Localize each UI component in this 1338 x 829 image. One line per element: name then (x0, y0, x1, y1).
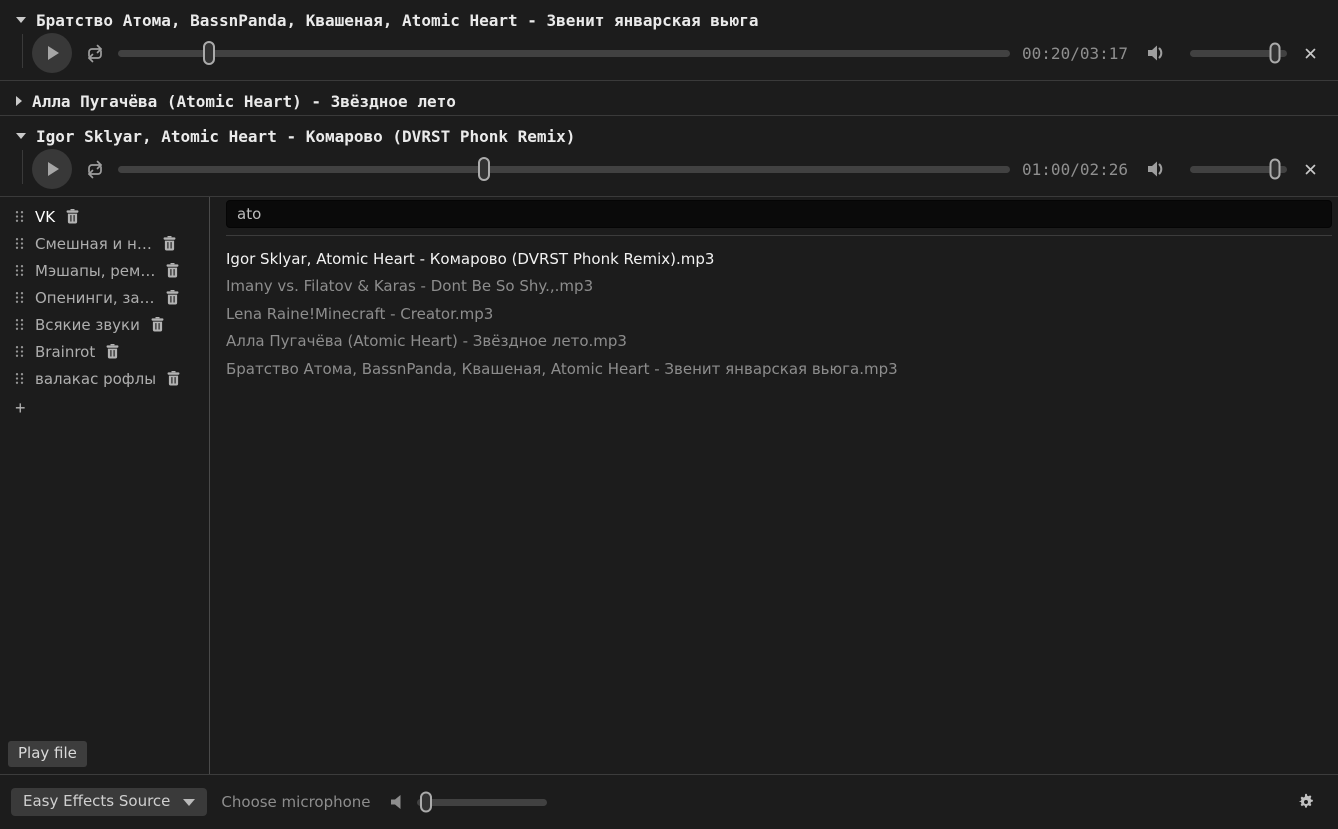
sidebar-tab-mashups[interactable]: Мэшапы, рем… (0, 257, 209, 284)
sidebar-tab-smeshnaya[interactable]: Смешная и н… (0, 230, 209, 257)
playlist-sidebar: VK (0, 197, 210, 774)
bottom-bar: Easy Effects Source Choose microphone (0, 774, 1338, 829)
trash-icon[interactable] (151, 317, 164, 332)
file-list: Igor Sklyar, Atomic Heart - Комарово (DV… (226, 236, 1332, 383)
sidebar-tab-vk[interactable]: VK (0, 203, 209, 230)
drag-handle-icon[interactable] (15, 237, 24, 250)
drag-handle-icon[interactable] (15, 372, 24, 385)
trash-icon[interactable] (163, 236, 176, 251)
repeat-icon[interactable] (85, 160, 105, 179)
track-3-controls: 01:00/02:26 (0, 150, 1338, 196)
search-input[interactable] (226, 200, 1332, 228)
file-name: Igor Sklyar, Atomic Heart - Комарово (DV… (226, 250, 714, 268)
tab-label: валакас рофлы (35, 370, 156, 388)
muted-speaker-icon[interactable] (389, 794, 403, 810)
seek-slider[interactable] (118, 50, 1010, 57)
add-tab-button[interactable]: + (0, 392, 40, 417)
volume-slider-handle[interactable] (1270, 43, 1281, 64)
play-file-button[interactable]: Play file (8, 741, 87, 767)
track-row-1: Братство Атома, BassnPanda, Квашеная, At… (0, 0, 1338, 81)
track-1-header[interactable]: Братство Атома, BassnPanda, Квашеная, At… (0, 6, 1338, 34)
volume-slider[interactable] (1190, 50, 1287, 57)
drag-handle-icon[interactable] (15, 264, 24, 277)
drag-handle-icon[interactable] (15, 210, 24, 223)
file-name: Алла Пугачёва (Atomic Heart) - Звёздное … (226, 332, 627, 350)
sidebar-tab-sounds[interactable]: Всякие звуки (0, 311, 209, 338)
file-name: Братство Атома, BassnPanda, Квашеная, At… (226, 360, 898, 378)
play-icon (48, 162, 59, 176)
collapse-caret-icon[interactable] (16, 133, 26, 139)
time-display: 00:20/03:17 (1022, 44, 1128, 63)
sidebar-tab-valakas[interactable]: валакас рофлы (0, 365, 209, 392)
file-row[interactable]: Igor Sklyar, Atomic Heart - Комарово (DV… (226, 245, 1332, 273)
track-title: Братство Атома, BassnPanda, Квашеная, At… (36, 11, 758, 30)
play-icon (48, 46, 59, 60)
seek-slider[interactable] (118, 166, 1010, 173)
tab-label: Смешная и н… (35, 235, 152, 253)
volume-icon[interactable] (1146, 44, 1167, 62)
track-row-3: Igor Sklyar, Atomic Heart - Комарово (DV… (0, 116, 1338, 197)
track-title: Igor Sklyar, Atomic Heart - Комарово (DV… (36, 127, 575, 146)
tab-label: Мэшапы, рем… (35, 262, 155, 280)
trash-icon[interactable] (167, 371, 180, 386)
chevron-down-icon (183, 799, 195, 806)
soundboard-app: Братство Атома, BassnPanda, Квашеная, At… (0, 0, 1338, 829)
tab-label: VK (35, 208, 55, 226)
sidebar-tab-brainrot[interactable]: Brainrot (0, 338, 209, 365)
time-display: 01:00/02:26 (1022, 160, 1128, 179)
file-row[interactable]: Imany vs. Filatov & Karas - Dont Be So S… (226, 273, 1332, 301)
close-icon[interactable] (1304, 163, 1317, 176)
source-selector-dropdown[interactable]: Easy Effects Source (11, 788, 207, 816)
track-3-header[interactable]: Igor Sklyar, Atomic Heart - Комарово (DV… (0, 122, 1338, 150)
play-button[interactable] (32, 33, 72, 73)
tab-label: Всякие звуки (35, 316, 140, 334)
trash-icon[interactable] (166, 290, 179, 305)
play-button[interactable] (32, 149, 72, 189)
drag-handle-icon[interactable] (15, 318, 24, 331)
choose-microphone-label: Choose microphone (221, 793, 370, 811)
repeat-icon[interactable] (85, 44, 105, 63)
track-2-header[interactable]: Алла Пугачёва (Atomic Heart) - Звёздное … (0, 87, 1338, 115)
tab-label: Brainrot (35, 343, 95, 361)
close-icon[interactable] (1304, 47, 1317, 60)
file-row[interactable]: Lena Raine!Minecraft - Creator.mp3 (226, 300, 1332, 328)
microphone-volume-handle[interactable] (420, 792, 432, 813)
volume-slider[interactable] (1190, 166, 1287, 173)
drag-handle-icon[interactable] (15, 291, 24, 304)
trash-icon[interactable] (106, 344, 119, 359)
track-1-controls: 00:20/03:17 (0, 34, 1338, 80)
volume-icon[interactable] (1146, 160, 1167, 178)
sidebar-spacer (0, 417, 209, 741)
microphone-volume-slider[interactable] (417, 799, 547, 806)
collapse-caret-icon[interactable] (16, 17, 26, 23)
drag-handle-icon[interactable] (15, 345, 24, 358)
seek-slider-handle[interactable] (203, 41, 215, 65)
volume-slider-handle[interactable] (1270, 159, 1281, 180)
file-row[interactable]: Братство Атома, BassnPanda, Квашеная, At… (226, 355, 1332, 383)
sidebar-tab-openings[interactable]: Опенинги, за… (0, 284, 209, 311)
source-selector-value: Easy Effects Source (23, 792, 170, 810)
trash-icon[interactable] (66, 209, 79, 224)
main-area: VK (0, 197, 1338, 774)
file-row[interactable]: Алла Пугачёва (Atomic Heart) - Звёздное … (226, 328, 1332, 356)
content-panel: Igor Sklyar, Atomic Heart - Комарово (DV… (210, 197, 1338, 774)
track-title: Алла Пугачёва (Atomic Heart) - Звёздное … (32, 92, 456, 111)
track-row-2: Алла Пугачёва (Atomic Heart) - Звёздное … (0, 81, 1338, 116)
file-name: Imany vs. Filatov & Karas - Dont Be So S… (226, 277, 593, 295)
tab-label: Опенинги, за… (35, 289, 155, 307)
file-name: Lena Raine!Minecraft - Creator.mp3 (226, 305, 493, 323)
trash-icon[interactable] (166, 263, 179, 278)
gear-icon[interactable] (1297, 793, 1315, 811)
expand-caret-icon[interactable] (16, 96, 22, 106)
seek-slider-handle[interactable] (478, 157, 490, 181)
